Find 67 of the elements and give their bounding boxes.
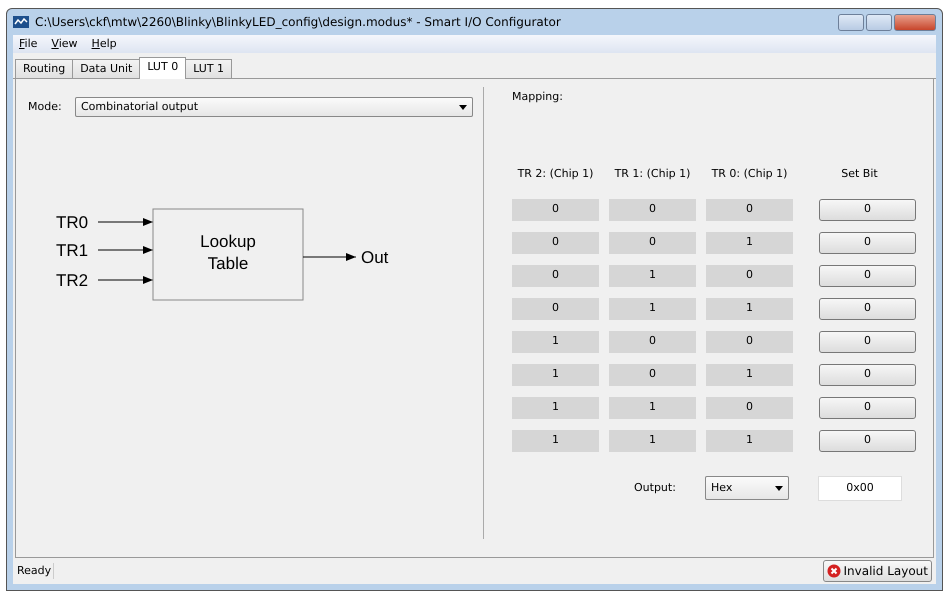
block-label: Lookup bbox=[200, 232, 256, 251]
table-cell: 1 bbox=[609, 264, 696, 286]
output-label: Out bbox=[361, 248, 388, 267]
set-bit-button[interactable]: 0 bbox=[819, 232, 916, 254]
window-title: C:\Users\ckf\mtw\2260\Blinky\BlinkyLED_config\design.modus* - Smart I/O Configurator bbox=[35, 14, 561, 31]
output-format-dropdown[interactable]: Hex bbox=[705, 476, 789, 500]
invalid-layout-button[interactable]: Invalid Layout bbox=[822, 560, 932, 582]
block-label: Table bbox=[208, 254, 248, 273]
table-cell: 1 bbox=[609, 396, 696, 418]
input-label: TR0 bbox=[56, 213, 88, 232]
table-cell: 0 bbox=[706, 198, 793, 220]
table-cell: 0 bbox=[609, 198, 696, 220]
table-cell: 0 bbox=[706, 396, 793, 418]
tab[interactable]: Routing bbox=[15, 58, 74, 78]
mapping-label: Mapping: bbox=[512, 89, 564, 105]
set-bit-button[interactable]: 0 bbox=[819, 298, 916, 320]
table-cell: 1 bbox=[609, 298, 696, 320]
table-cell: 1 bbox=[706, 232, 793, 254]
table-cell: 0 bbox=[512, 298, 599, 320]
table-cell: 1 bbox=[609, 430, 696, 452]
table-cell: 1 bbox=[512, 430, 599, 452]
table-cell: 0 bbox=[512, 198, 599, 220]
table-cell: 1 bbox=[706, 364, 793, 386]
set-bit-button[interactable]: 0 bbox=[819, 430, 916, 452]
input-arrow bbox=[98, 218, 154, 226]
set-bit-button[interactable]: 0 bbox=[819, 264, 916, 286]
mode-label: Mode: bbox=[28, 98, 63, 115]
minimize-button[interactable] bbox=[838, 14, 864, 30]
table-cell: 0 bbox=[512, 264, 599, 286]
maximize-button[interactable] bbox=[866, 14, 892, 30]
tab[interactable]: LUT 1 bbox=[185, 58, 232, 78]
table-cell: 1 bbox=[706, 298, 793, 320]
app-icon bbox=[13, 16, 29, 28]
table-cell: 0 bbox=[609, 232, 696, 254]
table-cell: 1 bbox=[512, 396, 599, 418]
table-cell: 0 bbox=[609, 330, 696, 352]
column-header: TR 0: (Chip 1) bbox=[710, 166, 788, 182]
menu-item[interactable]: File bbox=[19, 36, 38, 52]
menu-item[interactable]: Help bbox=[92, 36, 117, 52]
close-button[interactable] bbox=[894, 14, 936, 30]
column-header: TR 2: (Chip 1) bbox=[516, 166, 594, 182]
input-arrow bbox=[98, 246, 154, 254]
set-bit-button[interactable]: 0 bbox=[819, 396, 916, 418]
table-cell: 0 bbox=[706, 330, 793, 352]
input-label: TR1 bbox=[56, 241, 88, 260]
output-value-field[interactable]: 0x00 bbox=[818, 476, 902, 500]
input-arrow bbox=[98, 276, 154, 284]
table-cell: 1 bbox=[512, 330, 599, 352]
tab[interactable]: LUT 0 bbox=[139, 56, 186, 79]
status-text: Ready bbox=[17, 562, 54, 580]
menu-item[interactable]: View bbox=[51, 36, 78, 52]
output-arrow bbox=[302, 253, 356, 261]
column-header: TR 1: (Chip 1) bbox=[614, 166, 692, 182]
table-cell: 0 bbox=[706, 264, 793, 286]
table-cell: 0 bbox=[512, 232, 599, 254]
column-header: Set Bit bbox=[840, 166, 879, 182]
input-label: TR2 bbox=[56, 271, 88, 290]
set-bit-button[interactable]: 0 bbox=[819, 364, 916, 386]
table-cell: 1 bbox=[706, 430, 793, 452]
table-cell: 0 bbox=[609, 364, 696, 386]
set-bit-button[interactable]: 0 bbox=[819, 330, 916, 352]
tab[interactable]: Data Unit bbox=[72, 58, 140, 78]
mode-dropdown[interactable]: Combinatorial output bbox=[75, 97, 473, 117]
output-label: Output: bbox=[634, 480, 677, 496]
set-bit-button[interactable]: 0 bbox=[819, 198, 916, 220]
error-icon bbox=[826, 564, 840, 578]
table-cell: 1 bbox=[512, 364, 599, 386]
